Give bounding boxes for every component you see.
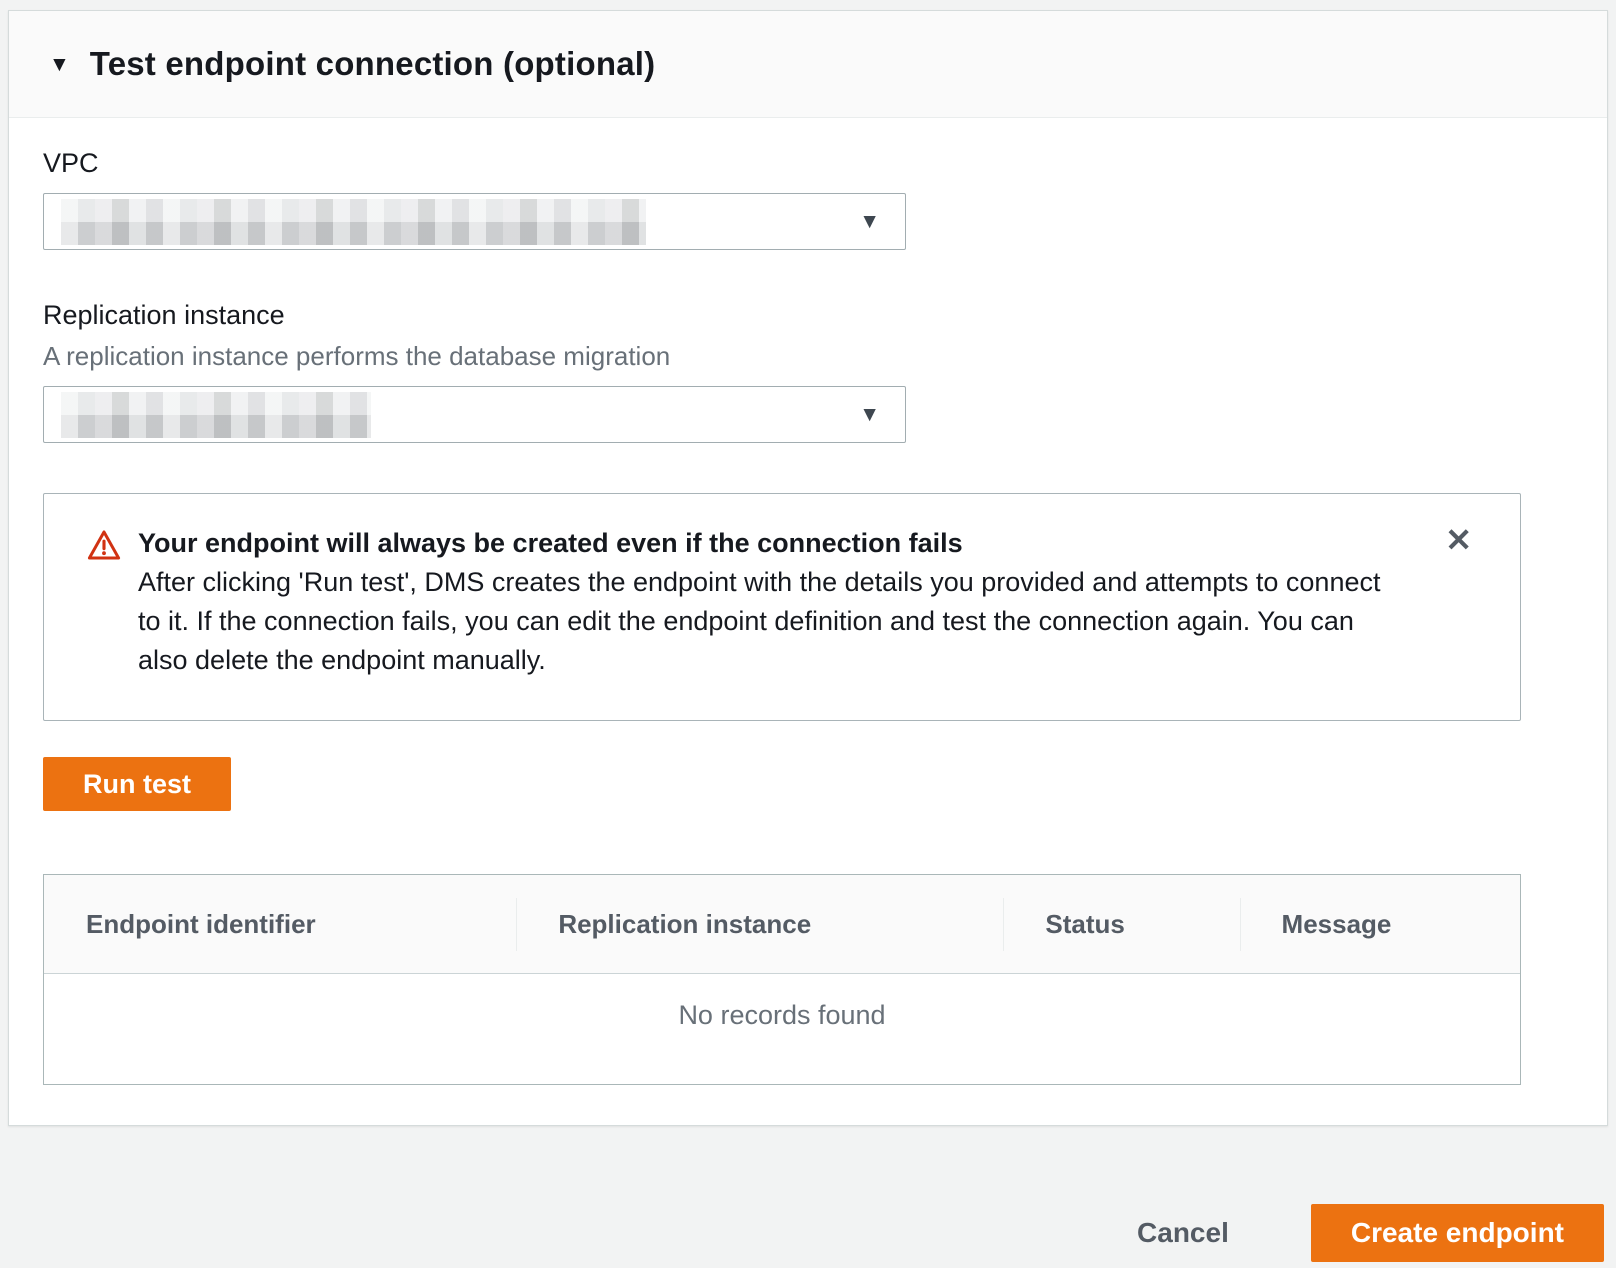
section-header[interactable]: ▼ Test endpoint connection (optional) xyxy=(9,11,1607,118)
replication-instance-redacted-value xyxy=(61,392,371,438)
spacer xyxy=(43,443,1573,493)
table-header-row: Endpoint identifier Replication instance… xyxy=(44,875,1520,974)
vpc-field: VPC ▼ xyxy=(43,148,1573,250)
section-title: Test endpoint connection (optional) xyxy=(90,45,656,83)
chevron-down-icon: ▼ xyxy=(859,404,880,425)
footer-actions: Cancel Create endpoint xyxy=(0,1204,1616,1262)
column-header-endpoint-identifier: Endpoint identifier xyxy=(44,875,516,973)
column-header-message: Message xyxy=(1240,875,1520,973)
replication-instance-label: Replication instance xyxy=(43,300,1573,331)
column-header-status: Status xyxy=(1003,875,1239,973)
close-icon[interactable]: ✕ xyxy=(1441,520,1476,560)
spacer xyxy=(43,250,1573,300)
page: ▼ Test endpoint connection (optional) VP… xyxy=(0,10,1616,1262)
panel-body: VPC ▼ Replication instance A replication… xyxy=(9,118,1607,1125)
column-header-replication-instance: Replication instance xyxy=(516,875,1003,973)
alert-body: After clicking 'Run test', DMS creates t… xyxy=(138,563,1400,680)
warning-alert: Your endpoint will always be created eve… xyxy=(43,493,1521,721)
replication-instance-field: Replication instance A replication insta… xyxy=(43,300,1573,443)
alert-title: Your endpoint will always be created eve… xyxy=(138,524,1400,563)
warning-triangle-icon xyxy=(87,528,121,567)
vpc-label: VPC xyxy=(43,148,1573,179)
create-endpoint-button[interactable]: Create endpoint xyxy=(1311,1204,1604,1262)
chevron-down-icon: ▼ xyxy=(859,211,880,232)
table-body: No records found xyxy=(44,974,1520,1084)
replication-instance-description: A replication instance performs the data… xyxy=(43,341,1573,372)
test-results-table: Endpoint identifier Replication instance… xyxy=(43,874,1521,1085)
cancel-button[interactable]: Cancel xyxy=(1137,1217,1229,1249)
empty-state-message: No records found xyxy=(44,974,1520,1031)
run-test-button[interactable]: Run test xyxy=(43,757,231,811)
alert-text: Your endpoint will always be created eve… xyxy=(138,524,1400,680)
collapse-triangle-icon[interactable]: ▼ xyxy=(49,54,70,75)
test-endpoint-panel: ▼ Test endpoint connection (optional) VP… xyxy=(8,10,1608,1126)
replication-instance-select[interactable]: ▼ xyxy=(43,386,906,443)
vpc-select[interactable]: ▼ xyxy=(43,193,906,250)
vpc-redacted-value xyxy=(61,199,646,245)
